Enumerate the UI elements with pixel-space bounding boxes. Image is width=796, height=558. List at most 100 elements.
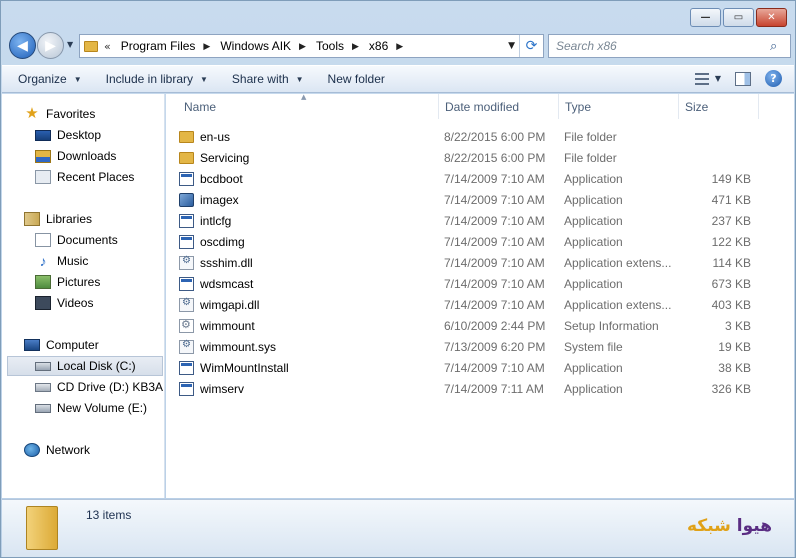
column-header-date-modified[interactable]: Date modified (439, 94, 559, 119)
maximize-button[interactable]: ▭ (723, 8, 754, 27)
file-name: en-us (200, 129, 231, 144)
downloads-icon (35, 149, 51, 163)
watermark: هیوا شبکه (687, 516, 772, 536)
breadcrumb-label: x86 (368, 39, 389, 53)
type-cell: Application (564, 171, 623, 186)
table-row[interactable]: Servicing 8/22/2015 6:00 PM File folder (179, 147, 779, 168)
table-row[interactable]: wimgapi.dll 7/14/2009 7:10 AM Application … (179, 294, 779, 315)
sidebar-item-pictures[interactable]: Pictures (35, 272, 164, 292)
size-cell (679, 147, 751, 168)
sidebar-item-local-disk[interactable]: Local Disk (C:) (7, 356, 163, 376)
back-button[interactable]: ◀ (9, 32, 36, 59)
sidebar-item-computer[interactable]: Computer (24, 335, 164, 355)
help-icon[interactable]: ? (765, 70, 782, 87)
size-cell: 326 KB (711, 381, 751, 396)
close-button[interactable]: ✕ (756, 8, 787, 27)
size-cell: 673 KB (711, 276, 751, 291)
sidebar-item-cd-drive[interactable]: CD Drive (D:) KB3AIK (35, 377, 164, 397)
app-icon (179, 213, 194, 228)
sidebar-item-network[interactable]: Network (24, 440, 164, 460)
libraries-icon (24, 212, 40, 226)
type-cell: Application (564, 276, 623, 291)
hard-disk-icon (35, 403, 51, 413)
new-folder-button[interactable]: New folder (320, 72, 393, 86)
recent-pages-dropdown[interactable]: ▼ (67, 40, 73, 49)
file-name: wimmount.sys (200, 339, 277, 354)
dll-icon (179, 255, 194, 270)
size-cell (679, 126, 751, 147)
sidebar-item-downloads[interactable]: Downloads (35, 146, 164, 166)
music-icon: ♪ (39, 253, 47, 269)
sidebar-item-favorites[interactable]: ★ Favorites (24, 104, 164, 124)
app-icon (179, 276, 194, 291)
sidebar-item-new-volume[interactable]: New Volume (E:) (35, 398, 164, 418)
table-row[interactable]: wdsmcast 7/14/2009 7:10 AM Application 673 … (179, 273, 779, 294)
type-cell: Application (564, 213, 623, 228)
date-modified-cell: 7/14/2009 7:10 AM (444, 276, 545, 291)
table-row[interactable]: WimMountInstall 7/14/2009 7:10 AM Applicat… (179, 357, 779, 378)
sidebar-item-label: CD Drive (D:) KB3AIK (57, 380, 164, 394)
search-icon[interactable]: ⌕ (770, 39, 790, 54)
table-row[interactable]: wimserv 7/14/2009 7:11 AM Application 326 K… (179, 378, 779, 399)
address-bar[interactable]: « Program Files ▶ Windows AIK ▶ Tools ▶ x86… (79, 34, 544, 58)
breadcrumb-x86[interactable]: x86 ▶ (369, 39, 403, 53)
sidebar-item-music[interactable]: ♪ Music (35, 251, 164, 271)
table-row[interactable]: wimmount.sys 7/13/2009 6:20 PM System file… (179, 336, 779, 357)
sidebar-item-label: Documents (57, 233, 118, 247)
include-in-library-button[interactable]: Include in library ▼ (98, 72, 216, 86)
forward-button[interactable]: ▶ (37, 32, 64, 59)
table-row[interactable]: bcdboot 7/14/2009 7:10 AM Application 149 K… (179, 168, 779, 189)
preview-pane-icon[interactable] (735, 71, 751, 86)
breadcrumb-separator-icon[interactable]: ▶ (396, 41, 403, 52)
table-row[interactable]: en-us 8/22/2015 6:00 PM File folder (179, 126, 779, 147)
column-header-size[interactable]: Size (679, 94, 759, 119)
minimize-button[interactable]: — (690, 8, 721, 27)
breadcrumb-tools[interactable]: Tools ▶ (316, 39, 359, 53)
breadcrumb-separator-icon[interactable]: ▶ (203, 41, 210, 52)
back-arrow-icon: ◀ (17, 37, 28, 54)
view-controls: ▼ ? (694, 70, 782, 87)
refresh-button[interactable]: ⟳ (519, 35, 543, 57)
cd-drive-icon (35, 382, 51, 392)
file-name: wimserv (200, 381, 244, 396)
address-dropdown-icon[interactable]: ▼ (508, 41, 515, 51)
table-row[interactable]: intlcfg 7/14/2009 7:10 AM Application 237 K… (179, 210, 779, 231)
breadcrumb-overflow-icon[interactable]: « (104, 40, 111, 53)
type-cell: Application extens... (564, 297, 672, 312)
search-input[interactable]: Search x86 (556, 39, 770, 53)
organize-button[interactable]: Organize ▼ (10, 72, 90, 86)
sidebar-item-libraries[interactable]: Libraries (24, 209, 164, 229)
date-modified-cell: 7/14/2009 7:10 AM (444, 192, 545, 207)
breadcrumb-separator-icon[interactable]: ▶ (352, 41, 359, 52)
file-name-cell: ssshim.dll (179, 252, 429, 273)
file-name: imagex (200, 192, 239, 207)
sidebar-item-documents[interactable]: Documents (35, 230, 164, 250)
command-bar: Organize ▼ Include in library ▼ Share with… (2, 65, 794, 93)
view-options-chevron-icon[interactable]: ▼ (715, 74, 721, 83)
table-row[interactable]: imagex 7/14/2009 7:10 AM Application 471 KB (179, 189, 779, 210)
breadcrumb-program-files[interactable]: Program Files ▶ (121, 39, 211, 53)
include-in-library-label: Include in library (105, 72, 193, 86)
change-view-icon[interactable] (694, 72, 709, 85)
type-cell: Application (564, 381, 623, 396)
column-header-type[interactable]: Type (559, 94, 679, 119)
table-row[interactable]: ssshim.dll 7/14/2009 7:10 AM Application e… (179, 252, 779, 273)
share-with-button[interactable]: Share with ▼ (224, 72, 312, 86)
table-row[interactable]: wimmount 6/10/2009 2:44 PM Setup Informati… (179, 315, 779, 336)
file-name: wimmount (200, 318, 255, 333)
sidebar-item-desktop[interactable]: Desktop (35, 125, 164, 145)
app-icon (179, 360, 194, 375)
table-row[interactable]: oscdimg 7/14/2009 7:10 AM Application 122 K… (179, 231, 779, 252)
desktop-icon (35, 129, 51, 141)
date-modified-cell: 7/14/2009 7:10 AM (444, 360, 545, 375)
close-icon: ✕ (767, 11, 776, 23)
file-name-cell: en-us (179, 126, 429, 147)
column-header-name[interactable]: Name (178, 94, 439, 119)
breadcrumb-separator-icon[interactable]: ▶ (299, 41, 306, 52)
sidebar-item-recent-places[interactable]: Recent Places (35, 167, 164, 187)
type-cell: System file (564, 339, 623, 354)
breadcrumb-windows-aik[interactable]: Windows AIK ▶ (220, 39, 306, 53)
search-box[interactable]: Search x86 ⌕ (548, 34, 791, 58)
file-name-cell: wimmount (179, 315, 429, 336)
sidebar-item-videos[interactable]: Videos (35, 293, 164, 313)
